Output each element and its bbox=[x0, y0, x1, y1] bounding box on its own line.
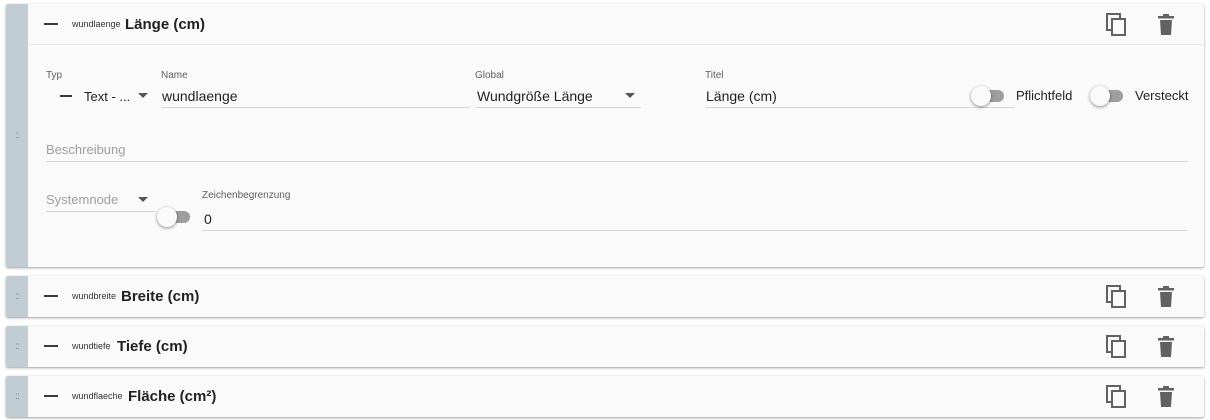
copy-button[interactable] bbox=[1106, 285, 1128, 309]
trash-icon bbox=[1158, 14, 1174, 35]
type-select[interactable]: Text - ... bbox=[46, 84, 154, 108]
field-key: wundbreite bbox=[72, 291, 117, 301]
trash-icon bbox=[1158, 286, 1174, 307]
drag-handle[interactable]: :: bbox=[6, 4, 28, 267]
field-title: Breite (cm) bbox=[121, 288, 200, 305]
versteckt-label: Versteckt bbox=[1135, 88, 1189, 103]
global-value: Wundgröße Länge bbox=[477, 87, 593, 104]
copy-button[interactable] bbox=[1106, 13, 1128, 37]
field-card-wundbreite: :: wundbreite Breite (cm) bbox=[6, 276, 1204, 317]
type-dash-icon bbox=[60, 95, 72, 97]
field-title: Tiefe (cm) bbox=[117, 338, 188, 355]
titel-field[interactable]: Länge (cm) bbox=[705, 84, 1015, 108]
global-select[interactable]: Wundgröße Länge bbox=[475, 84, 641, 108]
field-title: Fläche (cm²) bbox=[128, 388, 217, 405]
delete-button[interactable] bbox=[1156, 285, 1178, 309]
drag-handle-icon: :: bbox=[15, 290, 19, 302]
collapse-button[interactable] bbox=[44, 389, 59, 405]
beschreibung-field[interactable]: Beschreibung bbox=[46, 138, 1188, 162]
titel-label: Titel bbox=[705, 70, 724, 81]
card-body: Typ Text - ... Name wundlaenge Global Wu… bbox=[28, 46, 1204, 267]
chevron-down-icon bbox=[138, 197, 148, 202]
card-header: wundbreite Breite (cm) bbox=[28, 276, 1204, 317]
drag-handle[interactable]: :: bbox=[6, 376, 28, 417]
field-key: wundtiefe bbox=[72, 341, 111, 351]
name-field[interactable]: wundlaenge bbox=[161, 84, 470, 108]
card-header: wundtiefe Tiefe (cm) bbox=[28, 326, 1204, 367]
drag-handle-icon: :: bbox=[15, 340, 19, 352]
collapse-button[interactable] bbox=[44, 17, 59, 33]
type-label: Typ bbox=[46, 70, 63, 81]
delete-button[interactable] bbox=[1156, 385, 1178, 409]
pflichtfeld-label: Pflichtfeld bbox=[1016, 88, 1073, 103]
toggle-thumb bbox=[971, 86, 991, 106]
collapse-button[interactable] bbox=[44, 339, 59, 355]
copy-icon bbox=[1106, 385, 1126, 408]
field-card-wundflaeche: :: wundflaeche Fläche (cm²) bbox=[6, 376, 1204, 417]
field-key: wundflaeche bbox=[72, 391, 123, 401]
card-header: wundlaenge Länge (cm) bbox=[28, 4, 1204, 45]
name-value: wundlaenge bbox=[162, 87, 238, 104]
zeichen-value: 0 bbox=[204, 210, 212, 227]
trash-icon bbox=[1158, 386, 1174, 407]
beschreibung-placeholder: Beschreibung bbox=[46, 142, 126, 157]
copy-button[interactable] bbox=[1106, 335, 1128, 359]
drag-handle[interactable]: :: bbox=[6, 326, 28, 367]
collapse-button[interactable] bbox=[44, 289, 59, 305]
delete-button[interactable] bbox=[1156, 13, 1178, 37]
field-card-wundlaenge: :: wundlaenge Länge (cm) Typ Text - ... bbox=[6, 4, 1204, 267]
copy-icon bbox=[1106, 335, 1126, 358]
delete-button[interactable] bbox=[1156, 335, 1178, 359]
titel-value: Länge (cm) bbox=[706, 87, 777, 104]
copy-icon bbox=[1106, 13, 1126, 36]
toggle-thumb bbox=[157, 207, 177, 227]
copy-icon bbox=[1106, 285, 1126, 308]
zeichen-label: Zeichenbegrenzung bbox=[202, 190, 291, 201]
toggle-thumb bbox=[1090, 86, 1110, 106]
drag-handle-icon: :: bbox=[15, 129, 19, 141]
card-header: wundflaeche Fläche (cm²) bbox=[28, 376, 1204, 417]
chevron-down-icon bbox=[625, 93, 635, 98]
field-title: Länge (cm) bbox=[125, 16, 206, 33]
versteckt-toggle[interactable] bbox=[1090, 86, 1126, 106]
field-key: wundlaenge bbox=[72, 19, 121, 29]
systemnode-toggle[interactable] bbox=[157, 207, 193, 227]
field-card-wundtiefe: :: wundtiefe Tiefe (cm) bbox=[6, 326, 1204, 367]
trash-icon bbox=[1158, 336, 1174, 357]
systemnode-placeholder: Systemnode bbox=[46, 192, 119, 207]
systemnode-select[interactable]: Systemnode bbox=[46, 188, 156, 212]
drag-handle[interactable]: :: bbox=[6, 276, 28, 317]
zeichen-field[interactable]: 0 bbox=[202, 207, 1187, 231]
copy-button[interactable] bbox=[1106, 385, 1128, 409]
name-label: Name bbox=[161, 70, 188, 81]
global-label: Global bbox=[475, 70, 504, 81]
type-value: Text - ... bbox=[84, 88, 131, 104]
chevron-down-icon bbox=[138, 93, 148, 98]
pflichtfeld-toggle[interactable] bbox=[971, 86, 1007, 106]
drag-handle-icon: :: bbox=[15, 390, 19, 402]
